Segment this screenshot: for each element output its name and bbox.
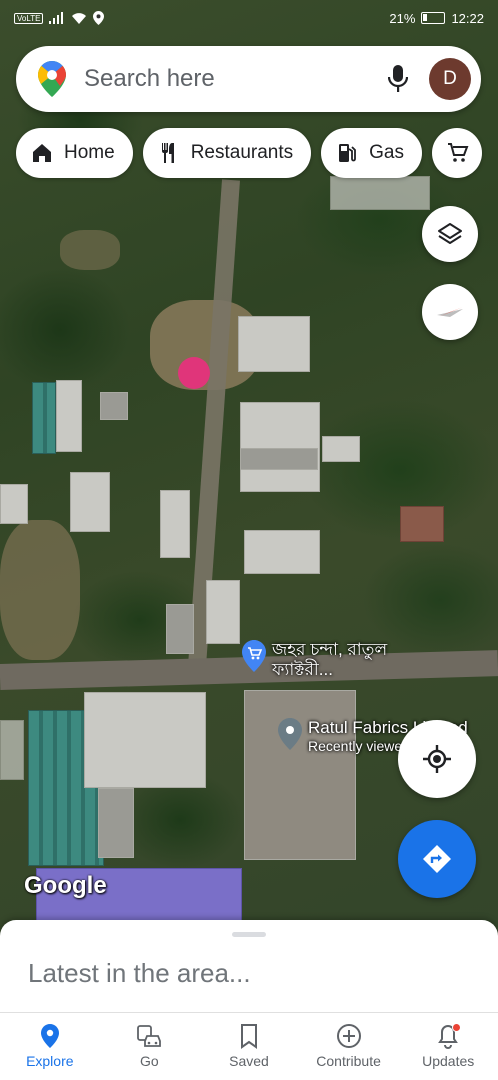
nav-explore[interactable]: Explore xyxy=(0,1013,100,1080)
commute-icon xyxy=(137,1025,162,1047)
chip-gas[interactable]: Gas xyxy=(321,128,422,178)
signal-icon xyxy=(49,12,64,24)
place-name-line2: ফ্যাক্টরী... xyxy=(272,660,333,679)
sheet-drag-handle[interactable] xyxy=(232,932,266,937)
clock: 12:22 xyxy=(451,10,484,26)
shopping-cart-icon xyxy=(448,143,469,162)
chip-home[interactable]: Home xyxy=(16,128,133,178)
voice-search-button[interactable] xyxy=(383,61,413,97)
chip-shopping[interactable] xyxy=(432,128,482,178)
directions-icon xyxy=(423,845,451,873)
explore-bottom-sheet[interactable]: Latest in the area... xyxy=(0,920,498,1012)
sheet-title: Latest in the area... xyxy=(28,958,251,988)
battery-percent: 21% xyxy=(389,10,416,26)
my-location-button[interactable] xyxy=(398,720,476,798)
chip-label: Gas xyxy=(369,142,404,163)
nav-label: Go xyxy=(140,1053,159,1069)
bookmark-icon xyxy=(240,1024,257,1049)
nav-go[interactable]: Go xyxy=(100,1013,200,1080)
place-marker-shop[interactable]: জহর চন্দা, রাতুল ফ্যাক্টরী... xyxy=(242,640,387,680)
directions-button[interactable] xyxy=(398,820,476,898)
search-bar[interactable]: Search here D xyxy=(16,46,481,112)
bottom-nav: Explore Go Saved Contribute Updates xyxy=(0,1012,498,1080)
status-bar: VoLTE 21% 12:22 xyxy=(0,0,498,36)
dropped-pin-marker[interactable] xyxy=(178,357,210,389)
restaurant-icon xyxy=(161,143,174,163)
wifi-icon xyxy=(72,12,87,24)
home-icon xyxy=(33,144,51,162)
nav-label: Updates xyxy=(422,1053,475,1069)
chip-label: Restaurants xyxy=(190,142,294,163)
nav-label: Explore xyxy=(26,1053,74,1069)
battery-icon xyxy=(421,12,446,24)
my-location-icon xyxy=(423,745,451,773)
compass-icon xyxy=(437,307,463,317)
volte-indicator: VoLTE xyxy=(14,12,44,24)
nav-updates[interactable]: Updates xyxy=(398,1013,498,1080)
place-name-line1: জহর চন্দা, রাতুল xyxy=(272,640,388,659)
nav-contribute[interactable]: Contribute xyxy=(299,1013,399,1080)
add-circle-icon xyxy=(336,1024,361,1048)
category-chips: Home Restaurants Gas xyxy=(16,128,482,178)
layers-button[interactable] xyxy=(422,206,478,262)
nav-saved[interactable]: Saved xyxy=(199,1013,299,1080)
chip-restaurants[interactable]: Restaurants xyxy=(142,128,312,178)
explore-pin-icon xyxy=(40,1024,59,1048)
microphone-icon xyxy=(388,65,408,92)
nav-label: Contribute xyxy=(316,1053,381,1069)
place-pin-icon xyxy=(278,718,302,750)
gas-station-icon xyxy=(339,144,357,162)
shopping-pin-icon xyxy=(242,640,266,672)
google-maps-logo-icon xyxy=(38,61,66,97)
compass-button[interactable] xyxy=(422,284,478,340)
nav-label: Saved xyxy=(229,1053,269,1069)
google-watermark: Google xyxy=(24,872,107,899)
chip-label: Home xyxy=(64,142,115,163)
search-input[interactable]: Search here xyxy=(84,65,383,93)
location-status-icon xyxy=(93,11,105,25)
account-avatar[interactable]: D xyxy=(429,58,471,100)
layers-icon xyxy=(438,223,462,244)
